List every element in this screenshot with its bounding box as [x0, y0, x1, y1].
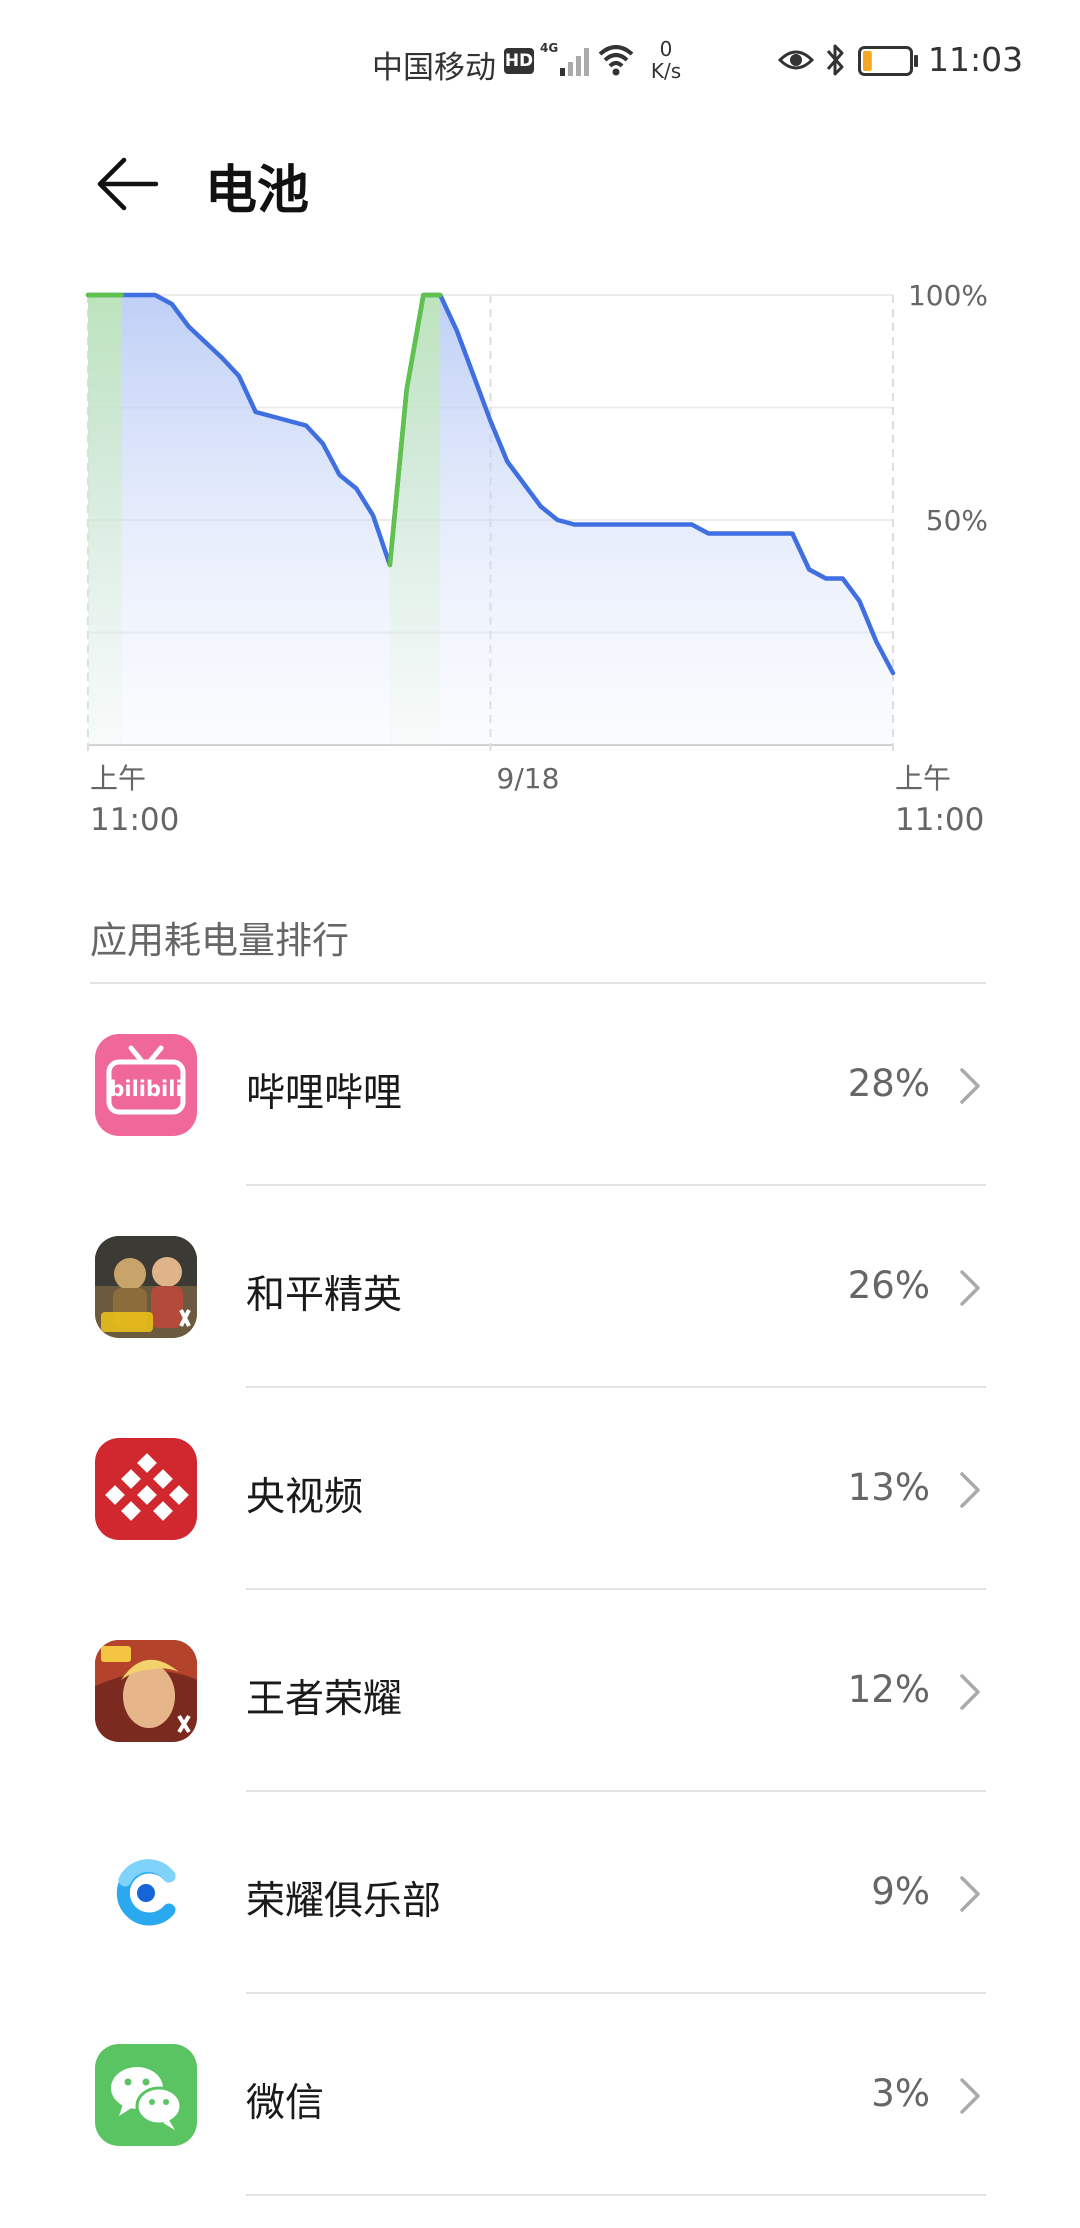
back-arrow-button[interactable]	[90, 148, 162, 220]
app-percent: 28%	[847, 1062, 930, 1105]
bluetooth-icon	[826, 44, 844, 76]
app-percent: 9%	[871, 1870, 930, 1913]
wifi-icon	[598, 45, 634, 76]
carrier-name: 中国移动	[372, 50, 496, 86]
charging-area	[88, 295, 122, 745]
app-name: 央视频	[246, 1475, 364, 1520]
hd-badge: HD	[504, 48, 534, 74]
honor-of-kings-icon	[95, 1640, 197, 1742]
peace-elite-icon	[95, 1236, 197, 1338]
y-tick-label: 50%	[926, 504, 988, 537]
app-percent: 3%	[871, 2072, 930, 2115]
chart-x-labels: 上午 11:00 9/18 上午 11:00	[90, 762, 984, 838]
list-item-cctv-video[interactable]: 央视频 13%	[0, 1388, 1080, 1590]
eye-comfort-icon	[778, 50, 814, 70]
row-divider	[246, 2194, 986, 2196]
chevron-right-icon	[960, 1270, 980, 1306]
app-usage-list: bilibili 哔哩哔哩 28% 和平精英 26% 央视频 13% 王者荣耀 …	[0, 984, 1080, 2196]
honor-club-icon	[95, 1842, 197, 1944]
app-name: 荣耀俱乐部	[246, 1879, 442, 1924]
network-speed-unit: K/s	[650, 59, 682, 83]
list-item-honor-club[interactable]: 荣耀俱乐部 9%	[0, 1792, 1080, 1994]
list-item-bilibili[interactable]: bilibili 哔哩哔哩 28%	[0, 984, 1080, 1186]
app-percent: 26%	[847, 1264, 930, 1307]
list-item-peace-elite[interactable]: 和平精英 26%	[0, 1186, 1080, 1388]
network-speed-value: 0	[659, 37, 673, 61]
charging-area	[389, 295, 441, 745]
list-item-honor-of-kings[interactable]: 王者荣耀 12%	[0, 1590, 1080, 1792]
bilibili-icon: bilibili	[95, 1034, 197, 1136]
network-type-label: 4G	[540, 41, 558, 55]
app-name: 哔哩哔哩	[246, 1071, 403, 1116]
x-tick-label: 上午	[895, 762, 951, 795]
section-title-app-usage: 应用耗电量排行	[90, 919, 349, 962]
battery-icon	[858, 46, 918, 76]
chevron-right-icon	[960, 1068, 980, 1104]
network-speed: 0 K/s	[646, 38, 686, 82]
app-name: 王者荣耀	[246, 1677, 403, 1722]
clock: 11:03	[928, 40, 1024, 79]
chevron-right-icon	[960, 2078, 980, 2114]
chevron-right-icon	[960, 1876, 980, 1912]
app-percent: 12%	[847, 1668, 930, 1711]
x-tick-label: 9/18	[497, 762, 560, 795]
chevron-right-icon	[960, 1674, 980, 1710]
battery-level-chart: 100% 50% 上午 11:00 9/18 上午 11:00	[85, 279, 988, 838]
app-percent: 13%	[847, 1466, 930, 1509]
cctv-video-icon	[95, 1438, 197, 1540]
chart-y-labels: 100% 50%	[908, 279, 988, 537]
x-tick-label: 11:00	[895, 802, 984, 838]
app-name: 和平精英	[246, 1273, 403, 1318]
wechat-icon	[95, 2044, 197, 2146]
app-name: 微信	[246, 2081, 325, 2126]
list-item-wechat[interactable]: 微信 3%	[0, 1994, 1080, 2196]
x-tick-label: 11:00	[90, 802, 179, 838]
status-bar: 中国移动 HD 4G 0 K/s 11:03	[0, 0, 1080, 120]
chevron-right-icon	[960, 1472, 980, 1508]
x-tick-label: 上午	[90, 762, 146, 795]
cellular-signal-icon: 4G	[540, 41, 589, 76]
page-title: 电池	[205, 161, 310, 221]
y-tick-label: 100%	[908, 279, 988, 312]
bilibili-logo-text: bilibili	[109, 1077, 182, 1101]
